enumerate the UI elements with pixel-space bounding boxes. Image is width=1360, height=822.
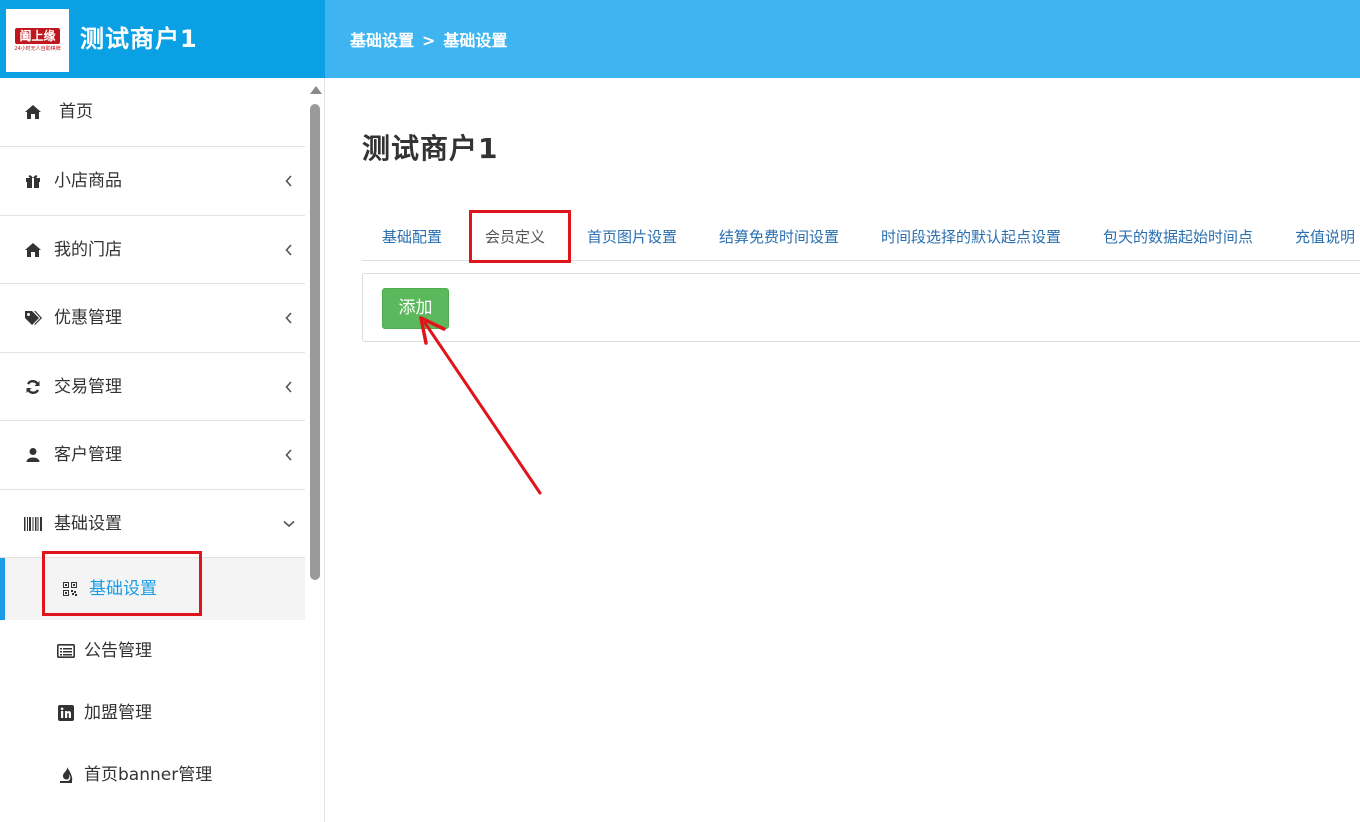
chevron-down-icon	[281, 516, 297, 532]
tab-daily-start-time[interactable]: 包天的数据起始时间点	[1103, 213, 1253, 261]
sidebar-item-label: 客户管理	[54, 445, 122, 465]
breadcrumb-item-current: 基础设置	[443, 31, 508, 50]
scroll-up-icon[interactable]	[310, 86, 322, 94]
chevron-left-icon	[281, 310, 297, 326]
breadcrumb-separator: >	[422, 31, 436, 50]
fire-icon	[56, 765, 76, 785]
sidebar-item-basic-settings[interactable]: 基础设置	[0, 490, 305, 558]
user-icon	[22, 444, 44, 466]
sidebar-scrollbar[interactable]	[307, 78, 323, 822]
home-icon	[22, 239, 44, 261]
merchant-name: 测试商户1	[80, 25, 198, 53]
content-panel	[362, 273, 1360, 342]
refresh-icon	[22, 376, 44, 398]
qrcode-icon	[60, 579, 80, 599]
scroll-thumb[interactable]	[310, 104, 320, 580]
tab-free-time-settings[interactable]: 结算免费时间设置	[719, 213, 839, 261]
sidebar-subitem-franchise[interactable]: 加盟管理	[0, 682, 305, 744]
sidebar-item-customers[interactable]: 客户管理	[0, 421, 305, 490]
sidebar-subitem-label: 首页banner管理	[84, 765, 213, 785]
sidebar-item-discount[interactable]: 优惠管理	[0, 284, 305, 353]
tab-default-start-settings[interactable]: 时间段选择的默认起点设置	[881, 213, 1061, 261]
sidebar-item-label: 基础设置	[54, 513, 122, 534]
barcode-icon	[22, 513, 44, 535]
sidebar-item-transactions[interactable]: 交易管理	[0, 353, 305, 421]
chevron-left-icon	[281, 447, 297, 463]
linkedin-icon	[56, 703, 76, 723]
breadcrumb-item[interactable]: 基础设置	[350, 30, 414, 52]
tab-basic-config[interactable]: 基础配置	[382, 213, 442, 261]
sidebar-subitem-banner[interactable]: 首页banner管理	[0, 744, 305, 806]
tab-bar: 基础配置 会员定义 首页图片设置 结算免费时间设置 时间段选择的默认起点设置 包…	[362, 213, 1360, 261]
add-button[interactable]: 添加	[382, 288, 449, 329]
top-header: 阖上缘 24小时无人自助棋牌 测试商户1 基础设置 > 基础设置	[0, 0, 1360, 78]
tab-member-definition[interactable]: 会员定义	[485, 213, 545, 261]
sidebar-item-label: 我的门店	[54, 239, 122, 260]
chevron-left-icon	[281, 173, 297, 189]
brand-area: 阖上缘 24小时无人自助棋牌 测试商户1	[0, 0, 325, 78]
sidebar-subitem-announcements[interactable]: 公告管理	[0, 620, 305, 682]
sidebar-subitem-label: 基础设置	[89, 579, 157, 599]
logo[interactable]: 阖上缘 24小时无人自助棋牌	[6, 9, 69, 72]
chevron-left-icon	[281, 379, 297, 395]
sidebar-item-label: 交易管理	[54, 376, 122, 397]
chevron-left-icon	[281, 242, 297, 258]
home-icon	[22, 101, 44, 123]
tab-home-image-settings[interactable]: 首页图片设置	[587, 213, 677, 261]
sidebar-subitem-label: 加盟管理	[84, 703, 152, 723]
sidebar: 首页 小店商品 我的门店 优惠管理 交易管理 客户管理 基础设置 基础设置 公告…	[0, 78, 325, 822]
active-indicator	[0, 558, 5, 620]
logo-subtext: 24小时无人自助棋牌	[14, 46, 61, 52]
tags-icon	[22, 307, 44, 329]
sidebar-item-my-store[interactable]: 我的门店	[0, 216, 305, 284]
gift-icon	[22, 170, 44, 192]
breadcrumb: 基础设置 > 基础设置	[350, 30, 507, 52]
sidebar-item-label: 优惠管理	[54, 308, 122, 328]
list-alt-icon	[56, 641, 76, 661]
sidebar-item-label: 首页	[59, 102, 93, 122]
sidebar-item-shop-goods[interactable]: 小店商品	[0, 147, 305, 216]
sidebar-subitem-label: 公告管理	[84, 641, 152, 661]
logo-text: 阖上缘	[15, 28, 60, 44]
tab-recharge-description[interactable]: 充值说明	[1295, 213, 1355, 261]
page-title: 测试商户1	[362, 132, 499, 165]
sidebar-item-home[interactable]: 首页	[0, 78, 305, 147]
sidebar-item-label: 小店商品	[54, 171, 122, 191]
sidebar-subitem-basic-settings[interactable]: 基础设置	[0, 558, 305, 620]
